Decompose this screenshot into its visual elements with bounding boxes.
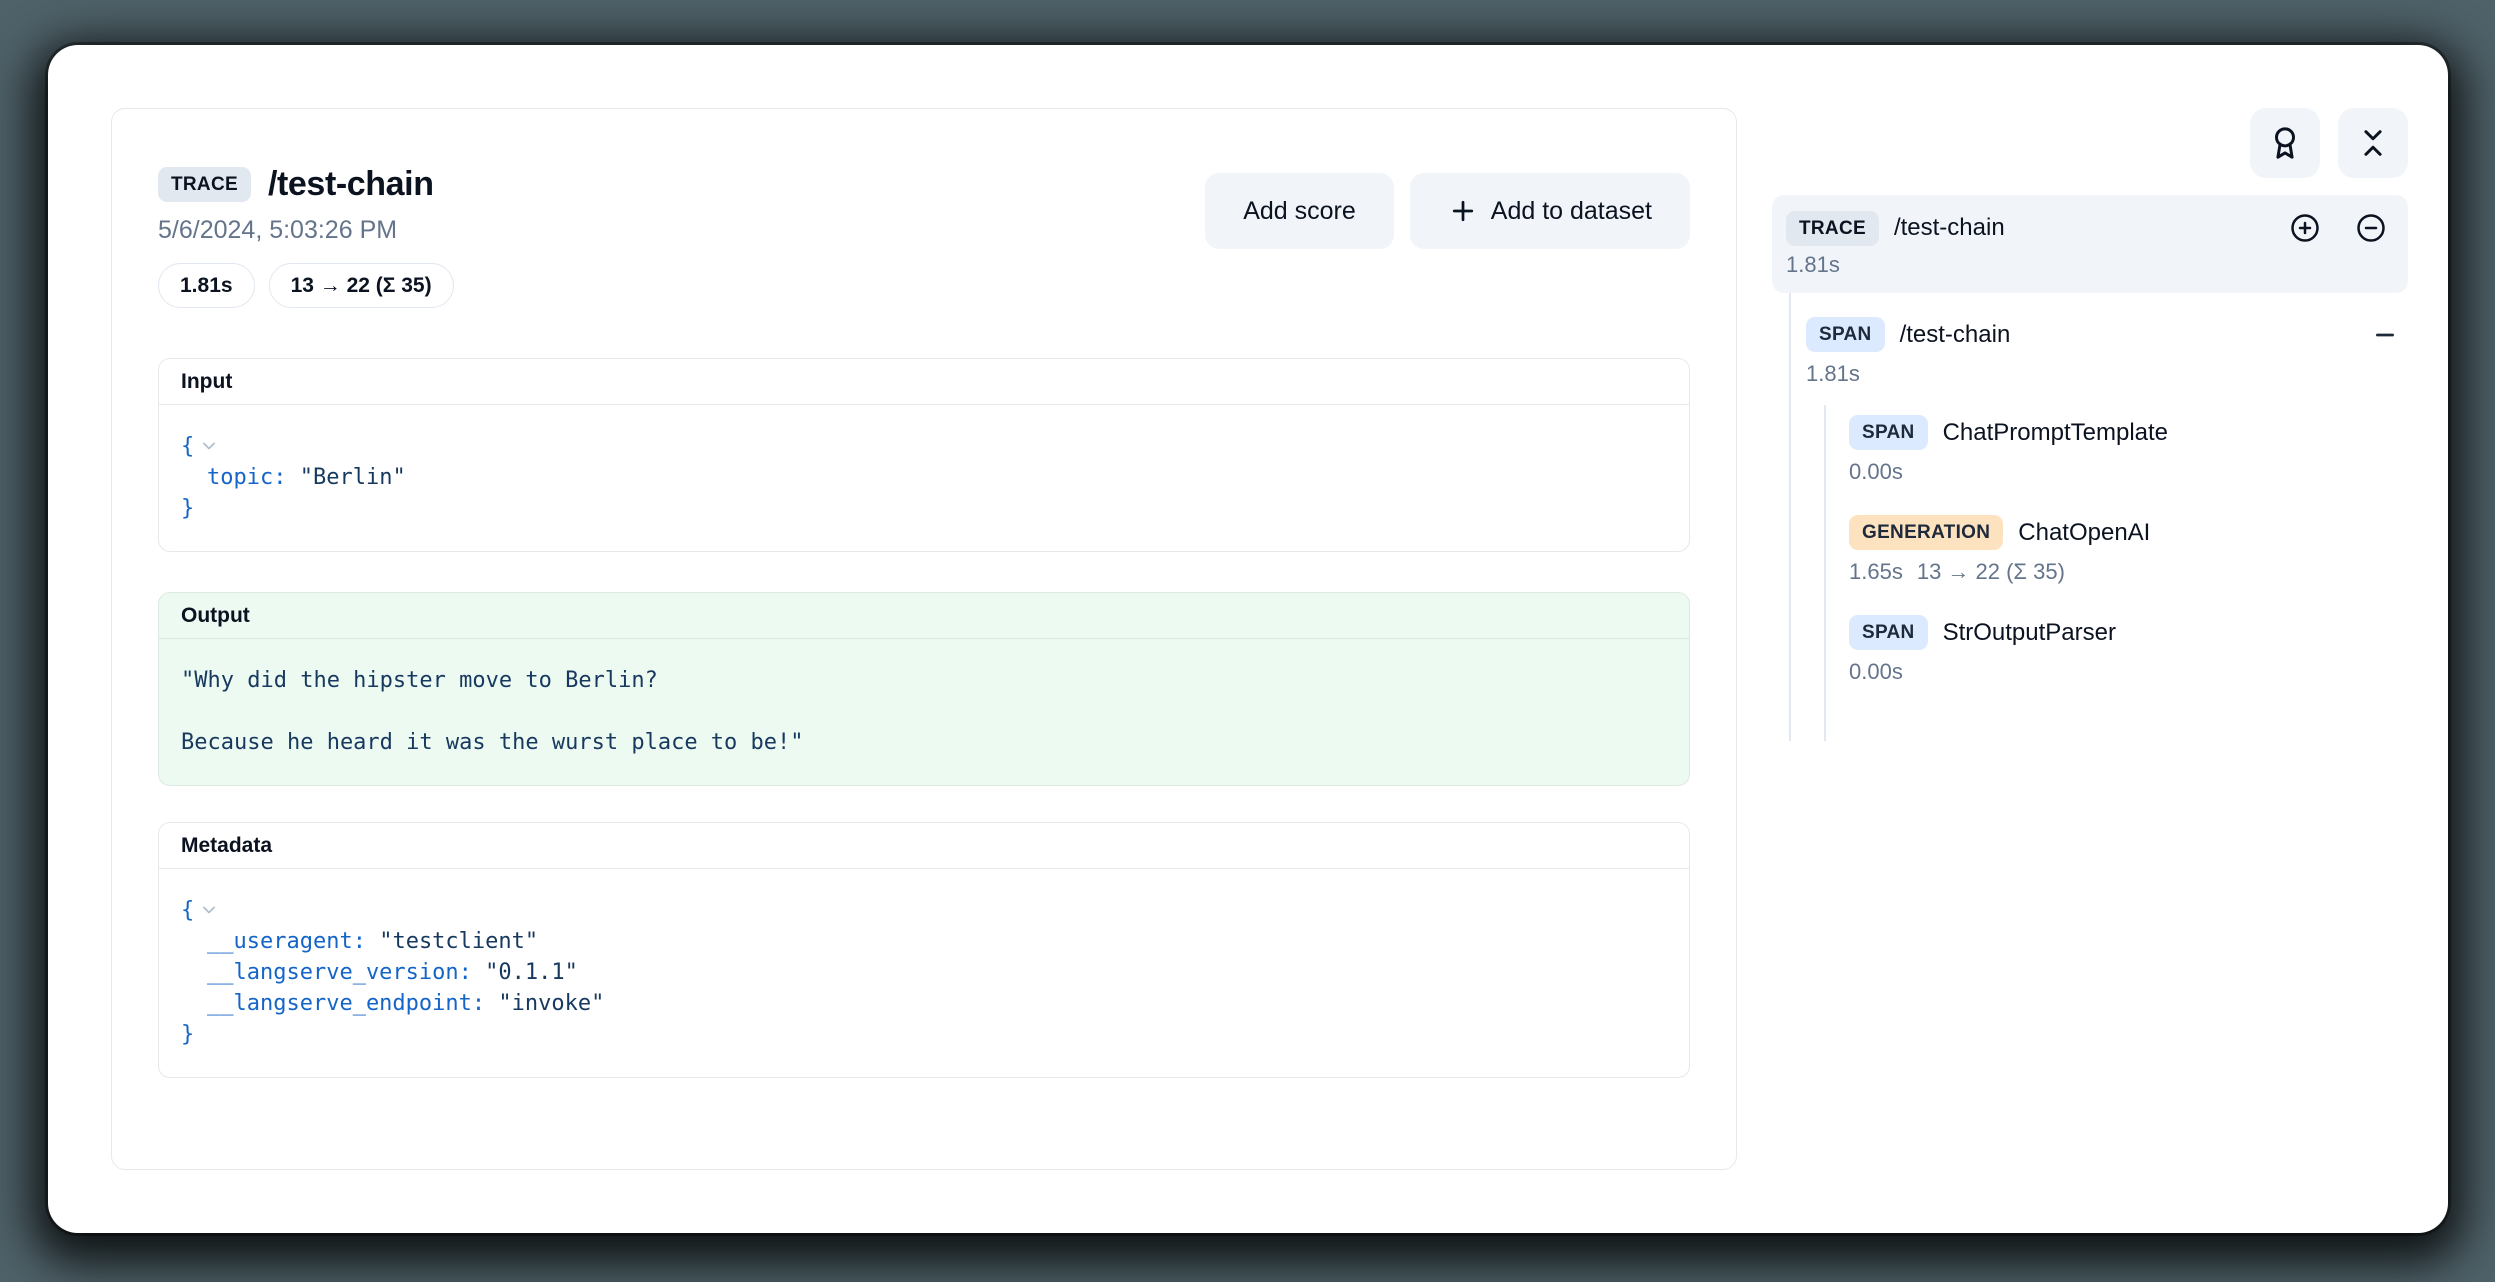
trace-detail-panel: TRACE /test-chain 5/6/2024, 5:03:26 PM 1… [111,108,1737,1170]
tree-row-chatopenai[interactable]: GENERATION ChatOpenAI 1.65s 13 → 22 (Σ 35… [1849,515,2408,585]
page-title: /test-chain [268,165,434,204]
tree-row-chatprompttemplate[interactable]: SPAN ChatPromptTemplate 0.00s [1849,415,2408,485]
circle-minus-icon[interactable] [2356,213,2386,243]
circle-plus-icon[interactable] [2290,213,2320,243]
output-section-title: Output [159,593,1689,639]
add-score-button[interactable]: Add score [1205,173,1394,249]
chevron-down-icon[interactable] [199,900,219,920]
output-line: "Why did the hipster move to Berlin? [181,665,1667,696]
tree-node-duration: 1.65s 13 → 22 (Σ 35) [1849,559,2408,585]
tree-node-name: ChatPromptTemplate [1943,419,2168,447]
add-to-dataset-button[interactable]: Add to dataset [1410,173,1690,249]
window-card: TRACE /test-chain 5/6/2024, 5:03:26 PM 1… [48,45,2448,1233]
tree-row-span-test-chain[interactable]: SPAN /test-chain 1.81s [1806,317,2408,387]
input-section-title: Input [159,359,1689,405]
tree-node-duration: 0.00s [1849,659,2408,685]
tree-row-trace[interactable]: TRACE /test-chain 1.81s [1772,195,2408,293]
span-type-badge: SPAN [1849,615,1928,650]
generation-type-badge: GENERATION [1849,515,2003,550]
screenshot-background: TRACE /test-chain 5/6/2024, 5:03:26 PM 1… [0,0,2495,1282]
tree-node-name: ChatOpenAI [2018,519,2150,547]
tree-node-duration: 1.81s [1806,361,2408,387]
trace-header: TRACE /test-chain 5/6/2024, 5:03:26 PM 1… [112,109,1736,308]
trace-timestamp: 5/6/2024, 5:03:26 PM [158,216,454,245]
tree-row-stroutputparser[interactable]: SPAN StrOutputParser 0.00s [1849,615,2408,685]
json-close-brace: } [181,496,194,521]
plus-icon [1448,196,1478,226]
json-key: topic: [207,465,286,490]
json-value: "0.1.1" [485,960,578,985]
minus-icon[interactable] [2372,322,2398,348]
json-key: __useragent: [207,929,366,954]
json-value: "testclient" [379,929,538,954]
annotate-button[interactable] [2250,108,2320,178]
json-open-brace: { [181,898,194,923]
span-type-badge: SPAN [1806,317,1885,352]
json-open-brace: { [181,434,194,459]
tree-node-name: StrOutputParser [1943,619,2116,647]
output-section: Output "Why did the hipster move to Berl… [158,592,1690,786]
chevrons-down-up-icon [2356,126,2390,160]
input-json: { topic: "Berlin" } [159,405,1689,551]
generation-usage: 13 → 22 (Σ 35) [1917,559,2065,584]
output-line [181,696,1667,727]
collapse-panel-button[interactable] [2338,108,2408,178]
trace-header-left: TRACE /test-chain 5/6/2024, 5:03:26 PM 1… [158,165,454,308]
json-close-brace: } [181,1022,194,1047]
award-icon [2268,126,2302,160]
output-line: Because he heard it was the wurst place … [181,727,1667,758]
tree-indent-line [1789,293,1791,741]
tree-node-duration: 0.00s [1849,459,2408,485]
tree-node-duration: 1.81s [1786,252,2392,278]
metadata-section: Metadata { __useragent: "testclient" __l… [158,822,1690,1078]
generation-latency: 1.65s [1849,559,1903,584]
add-to-dataset-label: Add to dataset [1491,197,1652,226]
span-type-badge: SPAN [1849,415,1928,450]
json-key: __langserve_endpoint: [207,991,485,1016]
tree-node-name: /test-chain [1900,321,2011,349]
json-key: __langserve_version: [207,960,472,985]
chevron-down-icon[interactable] [199,436,219,456]
trace-type-badge: TRACE [158,167,251,202]
trace-type-badge: TRACE [1786,211,1879,246]
metadata-json: { __useragent: "testclient" __langserve_… [159,869,1689,1077]
tree-indent-line [1824,405,1826,741]
metadata-section-title: Metadata [159,823,1689,869]
observation-tree-sidebar: TRACE /test-chain 1.81s [1772,108,2408,685]
output-text: "Why did the hipster move to Berlin? Bec… [159,639,1689,785]
input-section: Input { topic: "Berlin" } [158,358,1690,552]
json-value: "Berlin" [300,465,406,490]
json-value: "invoke" [498,991,604,1016]
trace-tree: TRACE /test-chain 1.81s [1772,195,2408,685]
token-usage-badge: 13 → 22 (Σ 35) [269,263,454,308]
latency-badge: 1.81s [158,263,255,308]
tree-node-name: /test-chain [1894,214,2005,242]
